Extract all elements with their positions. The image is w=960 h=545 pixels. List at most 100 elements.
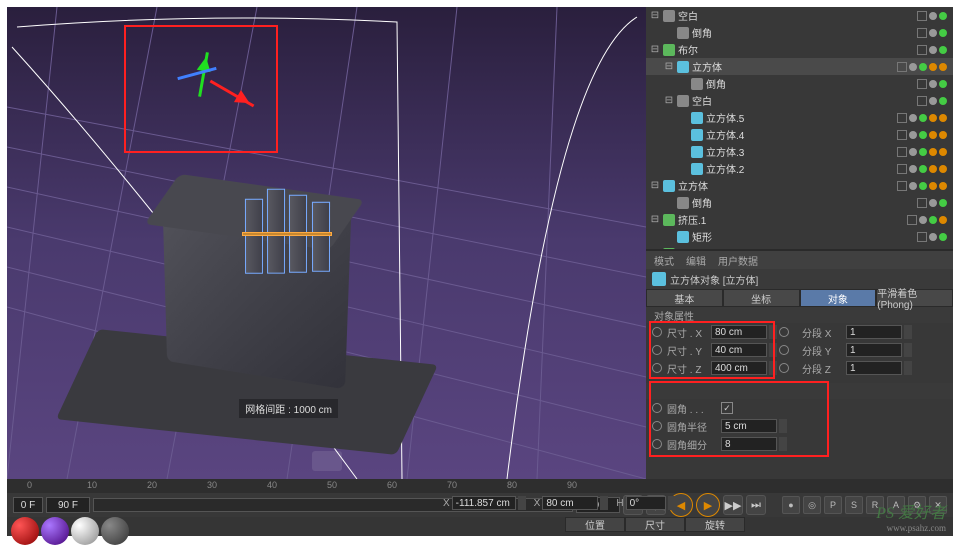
tree-row[interactable]: ⊟挤压.1 xyxy=(646,211,953,228)
object-type-label: 立方体对象 [立方体] xyxy=(670,272,758,287)
play-forward-button[interactable]: ▶ xyxy=(696,493,720,517)
input-size-y[interactable] xyxy=(711,343,767,357)
label-fillet-sub: 圆角细分 xyxy=(667,437,719,452)
frame-start[interactable] xyxy=(13,497,43,513)
row-fillet-radius: 圆角半径 xyxy=(646,417,953,435)
autokey-button[interactable]: ◎ xyxy=(803,496,821,514)
section-separator xyxy=(646,383,953,399)
spinner[interactable] xyxy=(600,496,608,510)
viewport-logo xyxy=(312,451,342,471)
label-seg-x: 分段 X xyxy=(802,325,844,340)
tab-object[interactable]: 对象 xyxy=(800,289,877,307)
radio-icon xyxy=(652,421,662,431)
key-s-button[interactable]: S xyxy=(845,496,863,514)
tree-row[interactable]: 矩形 xyxy=(646,228,953,245)
tab-phong[interactable]: 平滑着色(Phong) xyxy=(876,289,953,307)
watermark: PS 爱好者 www.psahz.com xyxy=(876,499,946,533)
input-size-x[interactable] xyxy=(711,325,767,339)
radio-icon xyxy=(652,403,662,413)
radio-icon xyxy=(652,363,662,373)
attribute-tabs: 基本 坐标 对象 平滑着色(Phong) xyxy=(646,289,953,307)
coord-tab-size[interactable]: 尺寸 xyxy=(625,517,685,532)
coord-tab-pos[interactable]: 位置 xyxy=(565,517,625,532)
radio-icon xyxy=(652,439,662,449)
tree-row[interactable]: 立方体.4 xyxy=(646,126,953,143)
tree-row[interactable]: ⊟空白 xyxy=(646,92,953,109)
coord-x-input[interactable] xyxy=(452,496,516,510)
userdata-menu[interactable]: 用户数据 xyxy=(718,253,758,268)
input-size-z[interactable] xyxy=(711,361,767,375)
tree-row[interactable]: 立方体.3 xyxy=(646,143,953,160)
spinner[interactable] xyxy=(769,361,777,375)
edit-menu[interactable]: 编辑 xyxy=(686,253,706,268)
input-seg-y[interactable] xyxy=(846,343,902,357)
step-forward-button[interactable]: ▶▶ xyxy=(723,495,743,515)
tree-row[interactable]: 立方体.2 xyxy=(646,160,953,177)
row-fillet-sub: 圆角细分 xyxy=(646,435,953,453)
coord-values: X X H xyxy=(443,496,676,510)
model xyxy=(107,177,367,407)
tab-coord[interactable]: 坐标 xyxy=(723,289,800,307)
input-fillet-sub[interactable] xyxy=(721,437,777,451)
connector-bar xyxy=(242,232,332,236)
radio-icon xyxy=(779,327,789,337)
tab-basic[interactable]: 基本 xyxy=(646,289,723,307)
input-fillet-radius[interactable] xyxy=(721,419,777,433)
tree-row[interactable]: ⊟空白 xyxy=(646,7,953,24)
radio-icon xyxy=(779,345,789,355)
chimney-1 xyxy=(245,199,263,274)
material-white[interactable] xyxy=(71,517,99,545)
tree-row[interactable]: ⊟布尔 xyxy=(646,41,953,58)
watermark-url: www.psahz.com xyxy=(876,523,946,533)
spinner[interactable] xyxy=(518,496,526,510)
tree-row[interactable]: 倒角 xyxy=(646,194,953,211)
tree-row[interactable]: 倒角 xyxy=(646,24,953,41)
object-tree[interactable]: ⊟空白倒角⊟布尔⊟立方体倒角⊟空白立方体.5立方体.4立方体.3立方体.2⊟立方… xyxy=(646,7,953,249)
chimney-4 xyxy=(312,202,330,272)
cube-icon xyxy=(652,272,666,286)
input-seg-z[interactable] xyxy=(846,361,902,375)
attributes-header: 模式 编辑 用户数据 xyxy=(646,251,953,269)
spinner[interactable] xyxy=(769,343,777,357)
tree-row[interactable]: 倒角 xyxy=(646,75,953,92)
3d-viewport[interactable]: 网格间距 : 1000 cm xyxy=(7,7,646,479)
checkbox-fillet[interactable]: ✓ xyxy=(721,402,733,414)
frame-current[interactable] xyxy=(46,497,90,513)
spinner[interactable] xyxy=(779,419,787,433)
label-size-z: 尺寸 . Z xyxy=(667,361,709,376)
material-red[interactable] xyxy=(11,517,39,545)
input-seg-x[interactable] xyxy=(846,325,902,339)
radio-icon xyxy=(652,327,662,337)
tree-row[interactable]: 立方体.5 xyxy=(646,109,953,126)
mode-menu[interactable]: 模式 xyxy=(654,253,674,268)
label-seg-y: 分段 Y xyxy=(802,343,844,358)
row-fillet: 圆角 . . . ✓ xyxy=(646,399,953,417)
coord-sx-input[interactable] xyxy=(542,496,598,510)
spinner[interactable] xyxy=(668,496,676,510)
coord-sx-label: X xyxy=(534,498,541,509)
key-p-button[interactable]: P xyxy=(824,496,842,514)
record-button[interactable]: ● xyxy=(782,496,800,514)
goto-end-button[interactable]: ⏭ xyxy=(746,495,766,515)
row-size-y: 尺寸 . Y 分段 Y xyxy=(646,341,953,359)
coord-h-label: H xyxy=(616,498,623,509)
spinner[interactable] xyxy=(904,361,912,375)
spinner[interactable] xyxy=(769,325,777,339)
coord-tab-rot[interactable]: 旋转 xyxy=(685,517,745,532)
spinner[interactable] xyxy=(779,437,787,451)
material-grey[interactable] xyxy=(101,517,129,545)
tree-row[interactable]: ⊟立方体 xyxy=(646,177,953,194)
timeline-ruler[interactable]: 0102030405060708090 xyxy=(7,479,953,493)
watermark-text: PS 爱好者 xyxy=(876,505,946,522)
material-purple[interactable] xyxy=(41,517,69,545)
grid-spacing-status: 网格间距 : 1000 cm xyxy=(239,399,338,418)
coord-h-input[interactable] xyxy=(626,496,666,510)
coord-x-label: X xyxy=(443,498,450,509)
radio-icon xyxy=(779,363,789,373)
row-size-x: 尺寸 . X 分段 X xyxy=(646,323,953,341)
spinner[interactable] xyxy=(904,325,912,339)
tree-row[interactable]: ⊟立方体 xyxy=(646,58,953,75)
tree-row[interactable]: ⊞挤压 xyxy=(646,245,953,249)
right-panel: ⊟空白倒角⊟布尔⊟立方体倒角⊟空白立方体.5立方体.4立方体.3立方体.2⊟立方… xyxy=(646,7,953,479)
spinner[interactable] xyxy=(904,343,912,357)
